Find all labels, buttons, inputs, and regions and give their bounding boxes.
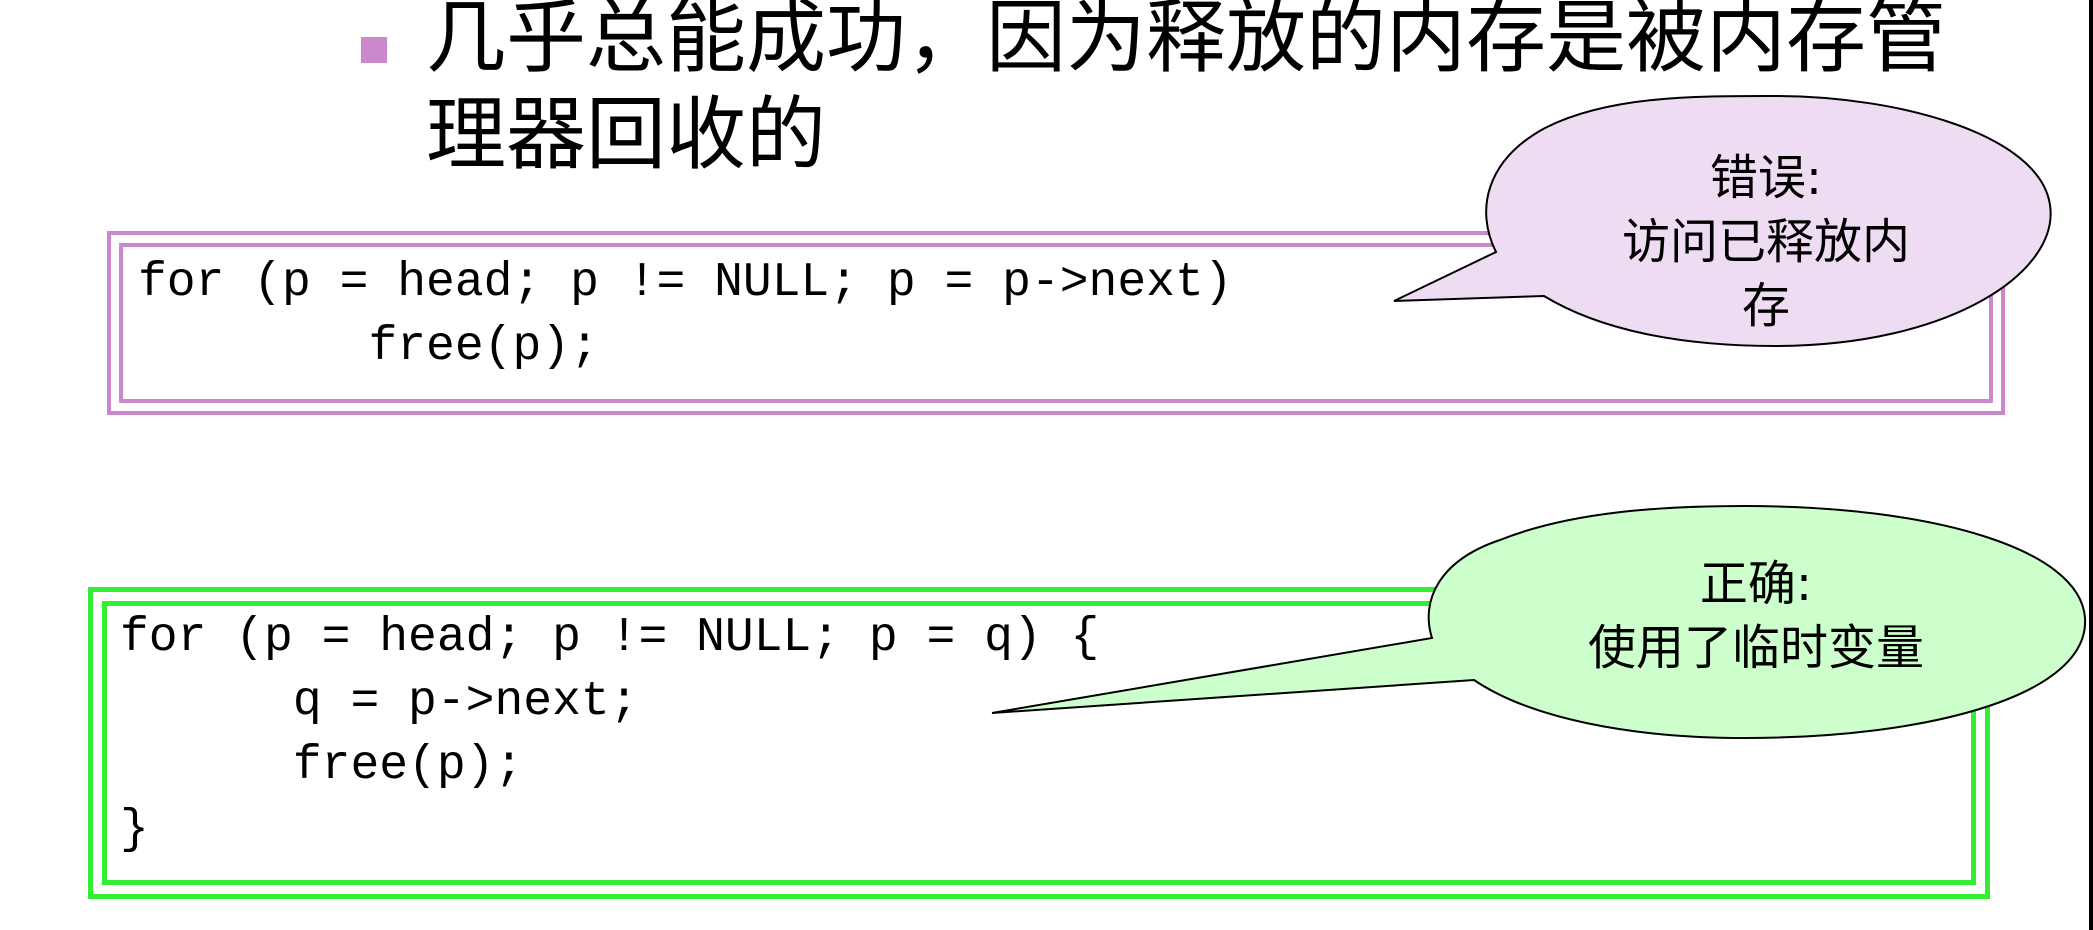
callout-layer: [991, 94, 2087, 740]
error-callout-line-3: 存: [1741, 278, 1790, 334]
correct-callout-line-1: 正确:: [1699, 556, 1813, 612]
error-callout-text: 错误: 访问已释放内 存: [1576, 146, 1956, 338]
correct-callout-text: 正确: 使用了临时变量: [1536, 552, 1976, 680]
error-callout-line-1: 错误:: [1709, 150, 1823, 206]
error-callout-line-2: 访问已释放内: [1621, 214, 1910, 270]
correct-callout-line-2: 使用了临时变量: [1587, 620, 1924, 676]
